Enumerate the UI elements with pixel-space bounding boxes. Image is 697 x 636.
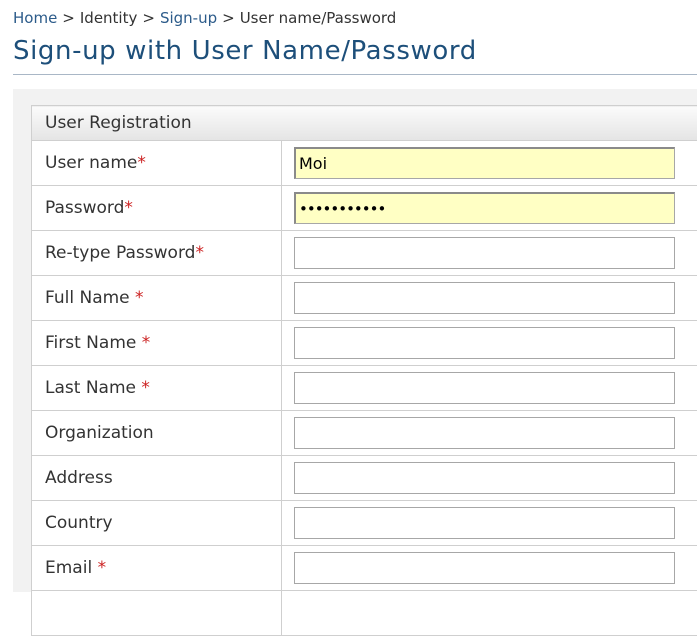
field-label: Address xyxy=(32,456,282,501)
first-name-input[interactable] xyxy=(294,327,675,359)
form-row-last-name: Last Name * xyxy=(32,366,697,411)
field-label: Re-type Password* xyxy=(32,231,282,276)
form-row-address: Address xyxy=(32,456,697,501)
field-label-text: Address xyxy=(45,468,113,488)
form-header: User Registration xyxy=(32,106,697,141)
email-input[interactable] xyxy=(294,552,675,584)
retype-password-input[interactable] xyxy=(294,237,675,269)
field-label-text: Password xyxy=(45,198,124,218)
field-label-text: First Name xyxy=(45,333,142,353)
required-marker: * xyxy=(98,558,107,578)
required-marker: * xyxy=(124,198,133,218)
form-row-retype-password: Re-type Password* xyxy=(32,231,697,276)
required-marker: * xyxy=(141,378,150,398)
field-label-text: Organization xyxy=(45,423,154,443)
address-input[interactable] xyxy=(294,462,675,494)
breadcrumb-separator: > xyxy=(142,9,155,27)
form-row-next xyxy=(32,591,697,636)
field-label: Full Name * xyxy=(32,276,282,321)
form-row-username: User name* Moi xyxy=(32,141,697,186)
form-row-full-name: Full Name * xyxy=(32,276,697,321)
field-label: Email * xyxy=(32,546,282,591)
field-label: User name* xyxy=(32,141,282,186)
page-title: Sign-up with User Name/Password xyxy=(13,36,477,66)
breadcrumb-separator: > xyxy=(222,9,235,27)
registration-form: User Registration User name* Moi Passwor… xyxy=(31,105,697,636)
last-name-input[interactable] xyxy=(294,372,675,404)
breadcrumb: Home>Identity>Sign-up>User name/Password xyxy=(13,9,396,27)
breadcrumb-home-link[interactable]: Home xyxy=(13,9,57,27)
password-input[interactable]: ••••••••••• xyxy=(294,192,675,224)
field-label-text: User name xyxy=(45,153,137,173)
form-row-first-name: First Name * xyxy=(32,321,697,366)
form-row-country: Country xyxy=(32,501,697,546)
required-marker: * xyxy=(137,153,146,173)
field-label: Last Name * xyxy=(32,366,282,411)
field-label-text: Email xyxy=(45,558,98,578)
breadcrumb-identity: Identity xyxy=(80,9,138,27)
title-divider xyxy=(13,74,697,75)
full-name-input[interactable] xyxy=(294,282,675,314)
breadcrumb-separator: > xyxy=(62,9,75,27)
breadcrumb-current: User name/Password xyxy=(240,9,397,27)
required-marker: * xyxy=(195,243,204,263)
field-label-text: Country xyxy=(45,513,113,533)
field-label: Organization xyxy=(32,411,282,456)
username-input[interactable]: Moi xyxy=(294,147,675,179)
form-row-organization: Organization xyxy=(32,411,697,456)
country-input[interactable] xyxy=(294,507,675,539)
field-label-text: Last Name xyxy=(45,378,141,398)
form-row-email: Email * xyxy=(32,546,697,591)
breadcrumb-signup-link[interactable]: Sign-up xyxy=(160,9,217,27)
field-label-text: Re-type Password xyxy=(45,243,195,263)
field-label: First Name * xyxy=(32,321,282,366)
field-label-text: Full Name xyxy=(45,288,135,308)
required-marker: * xyxy=(135,288,144,308)
organization-input[interactable] xyxy=(294,417,675,449)
field-label: Password* xyxy=(32,186,282,231)
form-row-password: Password* ••••••••••• xyxy=(32,186,697,231)
required-marker: * xyxy=(142,333,151,353)
field-label: Country xyxy=(32,501,282,546)
